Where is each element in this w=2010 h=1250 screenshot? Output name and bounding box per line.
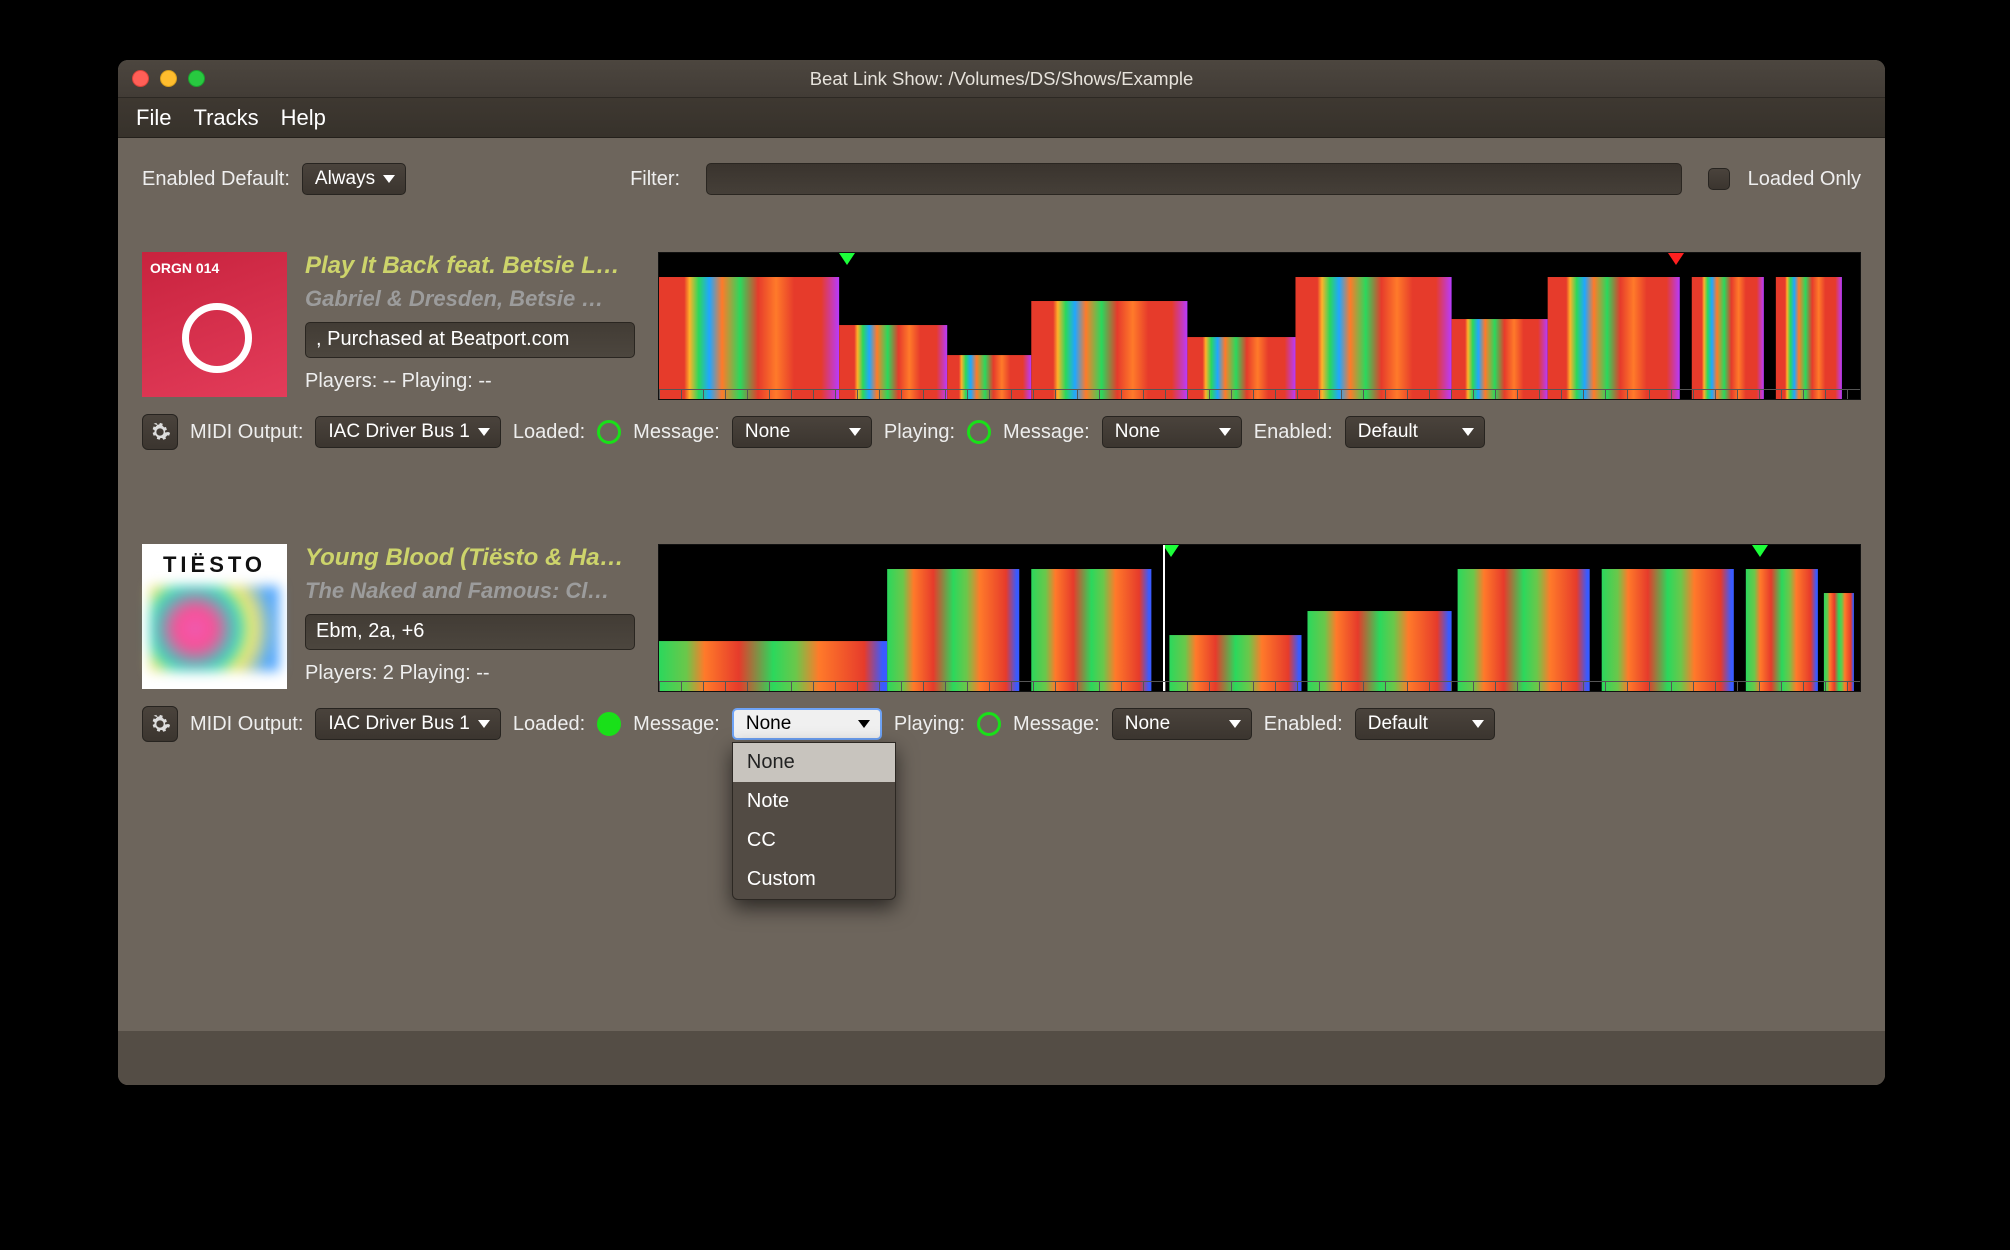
enabled-label: Enabled: — [1254, 421, 1333, 444]
chevron-down-icon — [1472, 720, 1484, 728]
menu-file[interactable]: File — [136, 105, 171, 131]
menu-tracks[interactable]: Tracks — [193, 105, 258, 131]
dropdown-option[interactable]: Custom — [733, 860, 895, 899]
loaded-message-dropdown: None Note CC Custom — [732, 742, 896, 900]
menu-help[interactable]: Help — [281, 105, 326, 131]
loaded-message-label: Message: — [633, 421, 720, 444]
track-comment-field[interactable]: , Purchased at Beatport.com — [305, 322, 635, 358]
bottom-bar — [118, 1031, 1885, 1085]
track-title: Play It Back feat. Betsie L… — [305, 252, 640, 280]
playing-message-select[interactable]: None — [1112, 708, 1252, 740]
waveform[interactable] — [658, 544, 1861, 692]
track-title: Young Blood (Tiësto & Ha… — [305, 544, 640, 572]
track-artist: The Naked and Famous: Cl… — [305, 578, 640, 604]
midi-output-label: MIDI Output: — [190, 421, 303, 444]
chevron-down-icon — [478, 720, 490, 728]
track-comment-field[interactable]: Ebm, 2a, +6 — [305, 614, 635, 650]
window-title: Beat Link Show: /Volumes/DS/Shows/Exampl… — [118, 68, 1885, 90]
track-row: TIËSTO Young Blood (Tiësto & Ha… The Nak… — [132, 532, 1871, 754]
toolbar: Enabled Default: Always Filter: Loaded O… — [118, 138, 1885, 220]
players-status: Players: 2 Playing: -- — [305, 662, 640, 685]
playing-label: Playing: — [894, 713, 965, 736]
dropdown-option[interactable]: CC — [733, 821, 895, 860]
loaded-message-select[interactable]: None — [732, 708, 882, 740]
loaded-message-label: Message: — [633, 713, 720, 736]
players-status: Players: -- Playing: -- — [305, 370, 640, 393]
loaded-indicator-icon — [597, 712, 621, 736]
waveform[interactable] — [658, 252, 1861, 400]
waveform-svg — [659, 265, 1860, 400]
playing-indicator-icon — [977, 712, 1001, 736]
midi-output-select[interactable]: IAC Driver Bus 1 — [315, 416, 500, 448]
loaded-message-select[interactable]: None — [732, 416, 872, 448]
chevron-down-icon — [383, 175, 395, 183]
enabled-select[interactable]: Default — [1355, 708, 1495, 740]
menubar: File Tracks Help — [118, 98, 1885, 138]
midi-output-select[interactable]: IAC Driver Bus 1 — [315, 708, 500, 740]
app-window: Beat Link Show: /Volumes/DS/Shows/Exampl… — [118, 60, 1885, 1085]
enabled-label: Enabled: — [1264, 713, 1343, 736]
chevron-down-icon — [1229, 720, 1241, 728]
loaded-label: Loaded: — [513, 713, 585, 736]
gear-icon[interactable] — [142, 706, 178, 742]
playing-message-label: Message: — [1013, 713, 1100, 736]
waveform-svg — [659, 557, 1860, 692]
playing-message-select[interactable]: None — [1102, 416, 1242, 448]
loaded-indicator-icon — [597, 420, 621, 444]
chevron-down-icon — [1219, 428, 1231, 436]
chevron-down-icon — [858, 720, 870, 728]
track-artwork[interactable]: TIËSTO — [142, 544, 287, 689]
gear-icon[interactable] — [142, 414, 178, 450]
midi-output-label: MIDI Output: — [190, 713, 303, 736]
chevron-down-icon — [1462, 428, 1474, 436]
enabled-default-label: Enabled Default: — [142, 168, 290, 191]
dropdown-option[interactable]: Note — [733, 782, 895, 821]
loaded-only-label: Loaded Only — [1748, 168, 1861, 191]
titlebar: Beat Link Show: /Volumes/DS/Shows/Exampl… — [118, 60, 1885, 98]
enabled-default-select[interactable]: Always — [302, 163, 406, 195]
playing-indicator-icon — [967, 420, 991, 444]
playing-message-label: Message: — [1003, 421, 1090, 444]
filter-label: Filter: — [630, 168, 680, 191]
chevron-down-icon — [478, 428, 490, 436]
loaded-label: Loaded: — [513, 421, 585, 444]
track-artist: Gabriel & Dresden, Betsie … — [305, 286, 640, 312]
track-row: ORGN 014 Play It Back feat. Betsie L… Ga… — [132, 240, 1871, 462]
chevron-down-icon — [849, 428, 861, 436]
track-artwork[interactable]: ORGN 014 — [142, 252, 287, 397]
enabled-select[interactable]: Default — [1345, 416, 1485, 448]
dropdown-option[interactable]: None — [733, 743, 895, 782]
loaded-only-checkbox[interactable] — [1708, 168, 1730, 190]
playing-label: Playing: — [884, 421, 955, 444]
filter-input[interactable] — [706, 163, 1682, 195]
